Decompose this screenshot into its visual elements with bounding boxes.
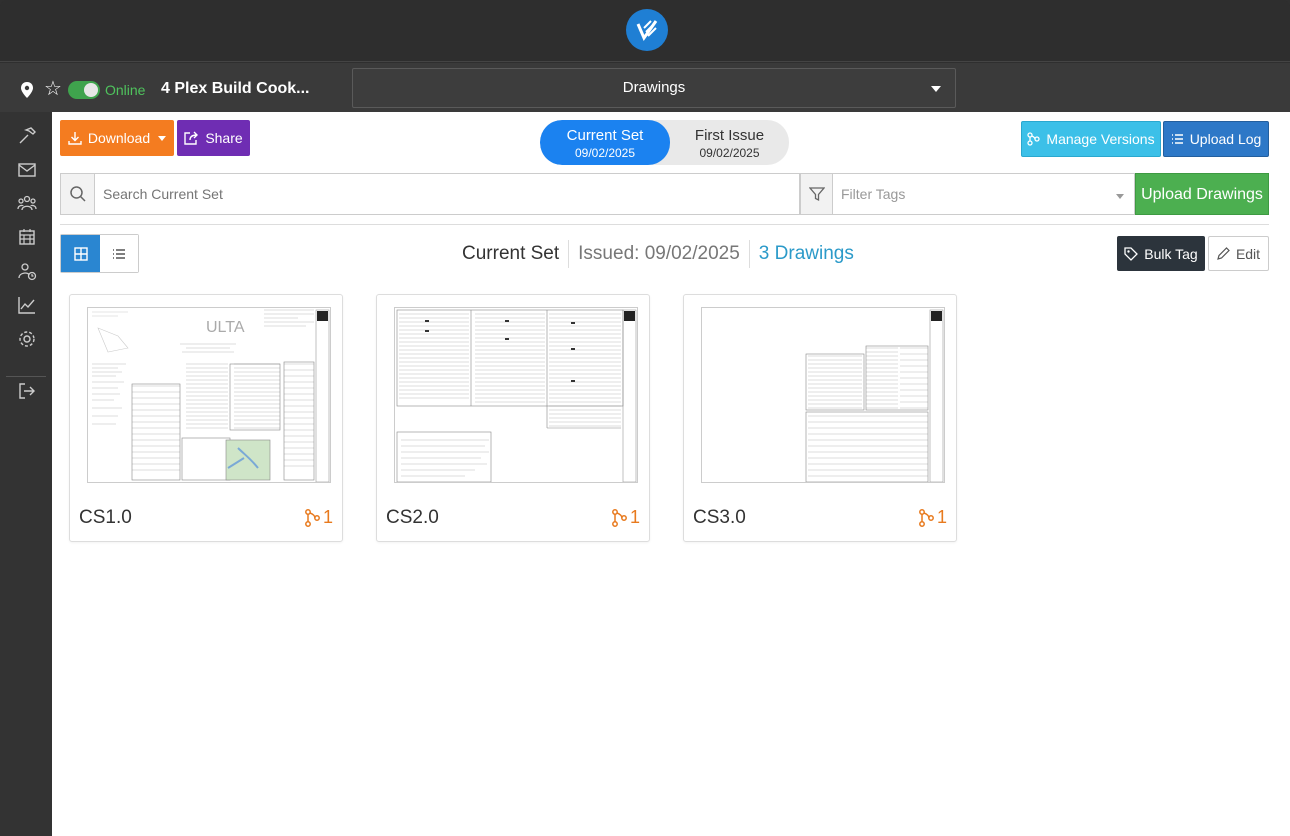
set-tab-first-issue[interactable]: First Issue 09/02/2025 (670, 120, 789, 165)
view-toggle (60, 234, 139, 273)
branch-icon (305, 508, 320, 527)
online-toggle[interactable] (68, 81, 100, 99)
mail-icon[interactable] (17, 160, 37, 180)
sidebar-divider (6, 376, 46, 377)
version-count[interactable]: 1 (304, 507, 333, 528)
set-summary-drawing-count[interactable]: 3 Drawings (759, 243, 854, 265)
upload-log-label: Upload Log (1189, 131, 1262, 147)
version-count-value: 1 (322, 507, 333, 527)
logout-icon[interactable] (17, 381, 37, 401)
filter-tags-placeholder: Filter Tags (841, 186, 906, 202)
chevron-down-icon (931, 86, 941, 92)
divider (60, 224, 1269, 225)
share-icon (184, 131, 199, 145)
search-icon (60, 173, 94, 215)
download-icon (68, 132, 82, 145)
drawing-thumbnail[interactable]: ULTA (87, 307, 331, 483)
filter-tags-select[interactable]: Filter Tags (833, 173, 1135, 215)
share-button[interactable]: Share (177, 120, 250, 156)
branch-icon (1027, 132, 1041, 146)
version-count-value: 1 (629, 507, 640, 527)
grid-view-button[interactable] (61, 235, 100, 272)
edit-button[interactable]: Edit (1208, 236, 1269, 271)
app-logo-icon[interactable] (626, 9, 668, 51)
team-icon[interactable] (17, 193, 37, 213)
section-dropdown[interactable]: Drawings (352, 68, 956, 108)
manage-versions-button[interactable]: Manage Versions (1021, 121, 1161, 157)
search-input[interactable] (94, 173, 800, 215)
set-switcher: Current Set 09/02/2025 First Issue 09/02… (540, 120, 789, 165)
download-label: Download (87, 130, 151, 146)
chart-icon[interactable] (17, 295, 37, 315)
set-tab-name: Current Set (566, 127, 644, 144)
set-summary: Current Set Issued: 09/02/2025 3 Drawing… (462, 240, 854, 268)
drawing-name[interactable]: CS2.0 (386, 507, 439, 529)
pencil-icon (1217, 247, 1230, 260)
gear-icon[interactable] (17, 329, 37, 349)
grid-icon (73, 246, 88, 261)
upload-drawings-button[interactable]: Upload Drawings (1135, 173, 1269, 215)
project-name[interactable]: 4 Plex Build Cook... (161, 80, 309, 98)
set-tab-name: First Issue (694, 127, 765, 144)
svg-text:ULTA: ULTA (206, 319, 245, 336)
edit-label: Edit (1235, 245, 1261, 262)
location-pin-icon[interactable] (20, 81, 34, 104)
drawing-name[interactable]: CS1.0 (79, 507, 132, 529)
version-count[interactable]: 1 (918, 507, 947, 528)
set-summary-name: Current Set (462, 243, 560, 264)
separator (748, 240, 750, 268)
branch-icon (612, 508, 627, 527)
sidebar (0, 112, 52, 836)
share-label: Share (205, 130, 243, 146)
drawing-thumbnail[interactable] (394, 307, 638, 483)
drawing-thumbnail[interactable] (701, 307, 945, 483)
set-tab-date: 09/02/2025 (699, 146, 760, 160)
favorite-star-icon[interactable]: ☆ (44, 79, 62, 99)
section-dropdown-value: Drawings (622, 79, 686, 96)
drawing-name[interactable]: CS3.0 (693, 507, 746, 529)
top-bar (0, 0, 1290, 62)
set-summary-issued: Issued: 09/02/2025 (578, 243, 740, 264)
app-window: ☆ Online 4 Plex Build Cook... Drawings D… (0, 0, 1290, 836)
online-status-label: Online (105, 82, 146, 98)
list-view-button[interactable] (100, 235, 138, 272)
drawing-card[interactable]: ULTA CS1.0 1 (69, 294, 343, 542)
bulk-tag-button[interactable]: Bulk Tag (1117, 236, 1205, 271)
chevron-down-icon (1116, 194, 1124, 199)
set-tab-current[interactable]: Current Set 09/02/2025 (540, 120, 670, 165)
separator (568, 240, 570, 268)
version-count[interactable]: 1 (611, 507, 640, 528)
bulk-tag-label: Bulk Tag (1144, 245, 1198, 262)
project-bar: ☆ Online 4 Plex Build Cook... Drawings (0, 63, 1290, 112)
calendar-icon[interactable] (17, 227, 37, 247)
branch-icon (919, 508, 934, 527)
download-button[interactable]: Download (60, 120, 174, 156)
drawing-card[interactable]: CS2.0 1 (376, 294, 650, 542)
filter-icon (800, 173, 833, 215)
chevron-down-icon (158, 135, 167, 141)
hammer-icon[interactable] (17, 126, 37, 146)
search-row: Filter Tags Upload Drawings (60, 173, 1269, 215)
list-icon (1171, 134, 1183, 144)
main-content: Download Share Current Set 09/02/2025 Fi… (52, 112, 1290, 836)
drawing-card[interactable]: CS3.0 1 (683, 294, 957, 542)
tag-icon (1124, 246, 1139, 261)
user-clock-icon[interactable] (17, 261, 37, 281)
upload-log-button[interactable]: Upload Log (1163, 121, 1269, 157)
version-count-value: 1 (936, 507, 947, 527)
set-tab-date: 09/02/2025 (574, 146, 636, 160)
list-icon (113, 248, 125, 259)
manage-versions-label: Manage Versions (1046, 131, 1155, 147)
